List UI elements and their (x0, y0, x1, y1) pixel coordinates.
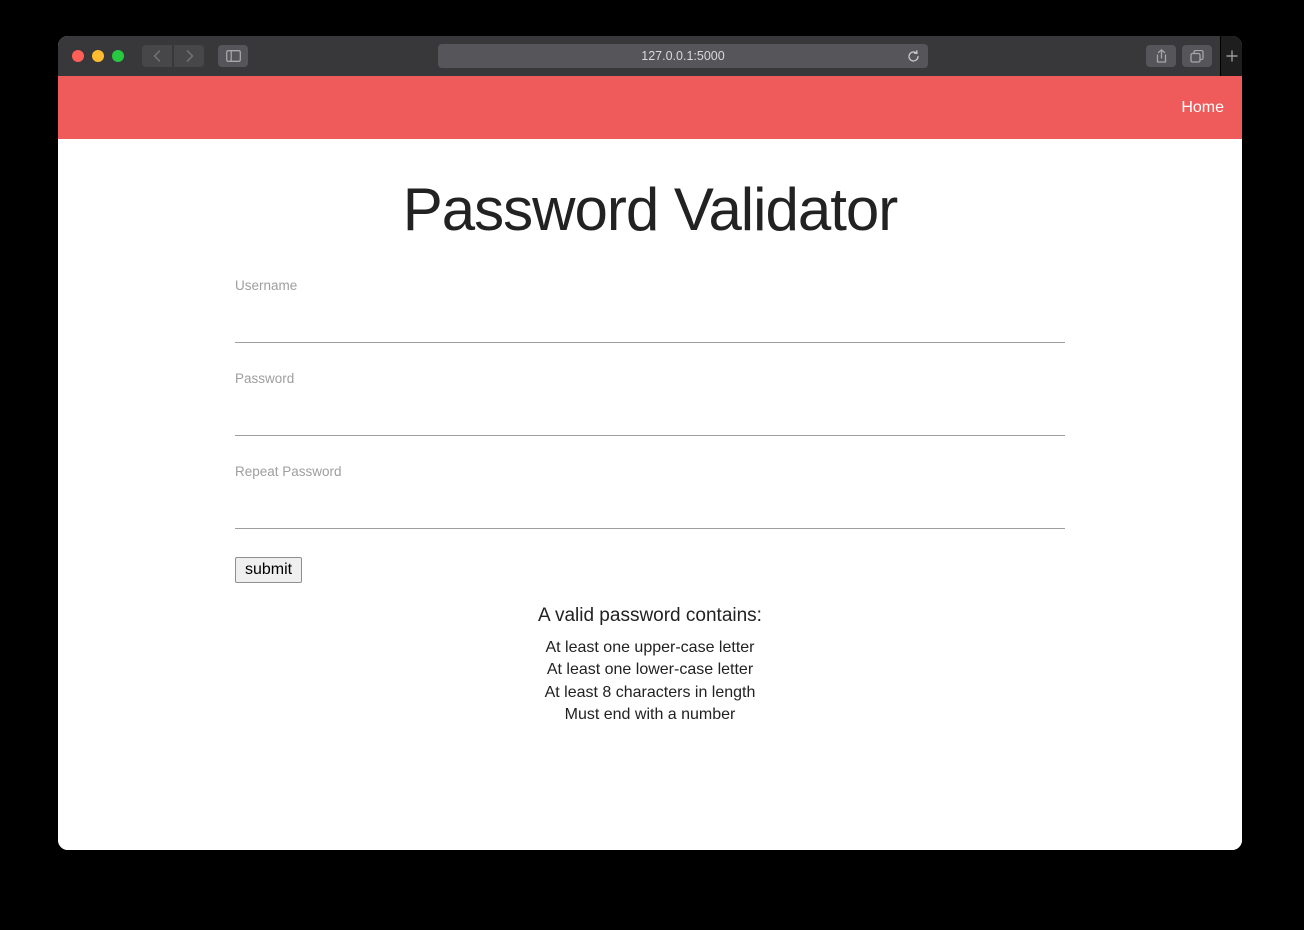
repeat-password-label: Repeat Password (235, 464, 1065, 479)
password-field: Password (235, 371, 1065, 436)
reload-icon (907, 50, 920, 63)
rule-item: Must end with a number (235, 704, 1065, 726)
username-field: Username (235, 278, 1065, 343)
page-title: Password Validator (235, 175, 1065, 244)
new-tab-button[interactable] (1220, 36, 1242, 76)
nav-button-group (142, 45, 204, 67)
back-button[interactable] (142, 45, 172, 67)
browser-titlebar: 127.0.0.1:5000 (58, 36, 1242, 76)
password-label: Password (235, 371, 1065, 386)
sidebar-toggle-button[interactable] (218, 45, 248, 67)
address-bar[interactable]: 127.0.0.1:5000 (438, 44, 928, 68)
chevron-right-icon (185, 50, 194, 62)
page-content: Home Password Validator Username Passwor… (58, 76, 1242, 850)
username-input[interactable] (235, 299, 1065, 343)
minimize-window-button[interactable] (92, 50, 104, 62)
navbar: Home (58, 76, 1242, 139)
url-text: 127.0.0.1:5000 (641, 49, 724, 63)
rule-item: At least one upper-case letter (235, 637, 1065, 659)
rules-title: A valid password contains: (235, 605, 1065, 627)
repeat-password-field: Repeat Password (235, 464, 1065, 529)
window-controls (72, 50, 124, 62)
plus-icon (1226, 50, 1238, 62)
password-rules: A valid password contains: At least one … (235, 605, 1065, 727)
chevron-left-icon (153, 50, 162, 62)
share-button[interactable] (1146, 45, 1176, 67)
forward-button[interactable] (174, 45, 204, 67)
maximize-window-button[interactable] (112, 50, 124, 62)
toolbar-right (1146, 36, 1228, 76)
close-window-button[interactable] (72, 50, 84, 62)
rules-list: At least one upper-case letter At least … (235, 637, 1065, 727)
sidebar-icon (226, 50, 241, 62)
tabs-icon (1190, 50, 1204, 63)
password-input[interactable] (235, 392, 1065, 436)
browser-window: 127.0.0.1:5000 Home Password Validator U… (58, 36, 1242, 850)
username-label: Username (235, 278, 1065, 293)
rule-item: At least one lower-case letter (235, 659, 1065, 681)
tabs-button[interactable] (1182, 45, 1212, 67)
share-icon (1155, 49, 1168, 64)
repeat-password-input[interactable] (235, 485, 1065, 529)
reload-button[interactable] (907, 50, 920, 63)
main-container: Password Validator Username Password Rep… (235, 175, 1065, 727)
submit-button[interactable]: submit (235, 557, 302, 583)
home-link[interactable]: Home (1181, 99, 1224, 117)
rule-item: At least 8 characters in length (235, 682, 1065, 704)
